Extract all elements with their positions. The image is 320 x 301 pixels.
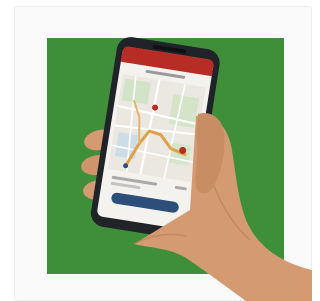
phone-in-hand-illustration [47,37,312,301]
map-view [107,74,206,183]
product-image-frame [0,0,312,301]
